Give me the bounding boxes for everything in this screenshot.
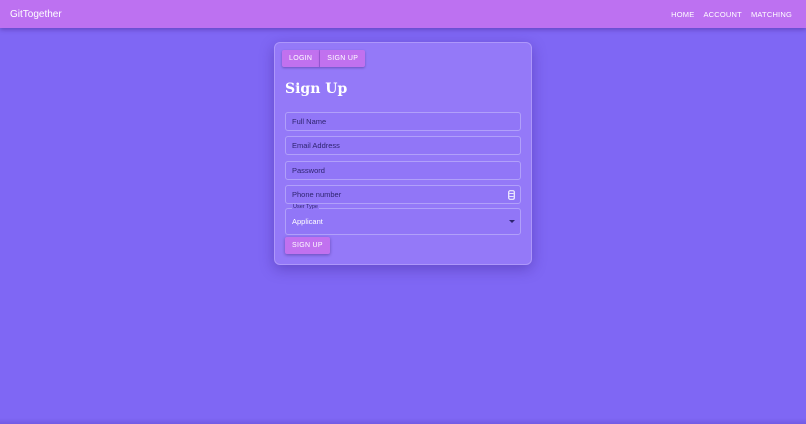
user-type-select[interactable]: User Type Applicant <box>285 204 521 235</box>
user-type-label: User Type <box>292 204 319 210</box>
phone-placeholder: Phone number <box>292 190 342 199</box>
phone-field[interactable]: Phone number <box>285 185 521 204</box>
email-field[interactable]: Email Address <box>285 136 521 155</box>
full-name-placeholder: Full Name <box>292 117 327 126</box>
full-name-field[interactable]: Full Name <box>285 112 521 131</box>
phone-icon[interactable] <box>508 190 515 200</box>
auth-tab-group: LOGIN SIGN UP <box>282 50 366 67</box>
user-type-value: Applicant <box>292 217 323 226</box>
chevron-down-icon[interactable] <box>509 220 515 223</box>
nav-account-link[interactable]: ACCOUNT <box>703 10 741 19</box>
signup-card: LOGIN SIGN UP Sign Up Full Name Email Ad… <box>274 42 532 265</box>
email-placeholder: Email Address <box>292 141 340 150</box>
top-nav: HOME ACCOUNT MATCHING <box>662 10 792 19</box>
brand-title[interactable]: GitTogether <box>10 9 62 20</box>
page-title: Sign Up <box>285 81 348 97</box>
app-bar: GitTogether HOME ACCOUNT MATCHING <box>0 0 806 28</box>
signup-submit-button[interactable]: SIGN UP <box>285 237 330 254</box>
login-tab-button[interactable]: LOGIN <box>282 50 321 67</box>
password-field[interactable]: Password <box>285 161 521 180</box>
nav-home-link[interactable]: HOME <box>671 10 694 19</box>
nav-matching-link[interactable]: MATCHING <box>751 10 792 19</box>
bottom-shadow <box>0 418 806 424</box>
signup-tab-button[interactable]: SIGN UP <box>320 50 366 67</box>
password-placeholder: Password <box>292 166 325 175</box>
